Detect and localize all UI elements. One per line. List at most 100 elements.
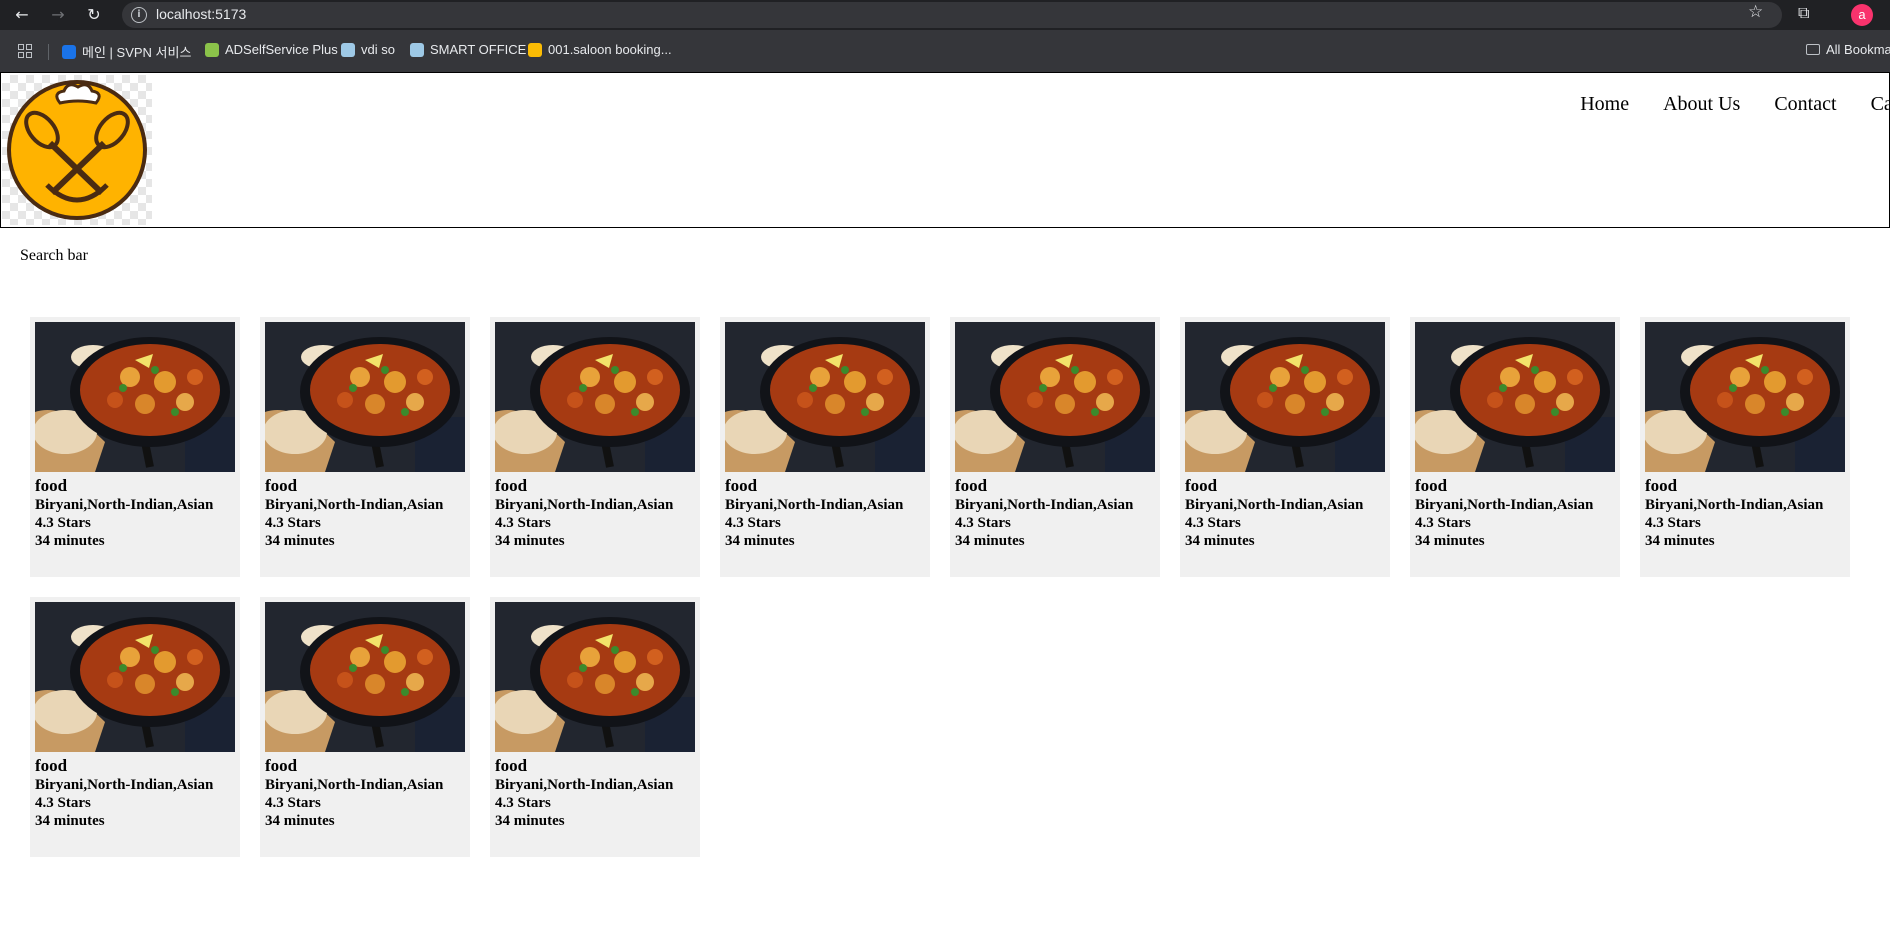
main-nav: Home About Us Contact Cart (1580, 93, 1890, 116)
card-cuisine: Biryani,North-Indian,Asian (265, 777, 444, 793)
card-cuisine: Biryani,North-Indian,Asian (265, 497, 444, 513)
card-delivery-time: 34 minutes (1415, 533, 1485, 549)
card-title: food (265, 756, 298, 775)
nav-contact[interactable]: Contact (1774, 93, 1836, 116)
adselfservice-icon (205, 42, 219, 57)
card-cuisine: Biryani,North-Indian,Asian (35, 777, 214, 793)
card-title: food (495, 476, 528, 495)
card-rating: 4.3 Stars (1185, 515, 1241, 531)
browser-tab-bar: ← → ↻ i localhost:5173 ☆ ⧉ a (0, 0, 1890, 30)
extensions-icon[interactable]: ⧉ (1798, 3, 1809, 23)
restaurant-card[interactable]: food Biryani,North-Indian,Asian 4.3 Stars 3… (260, 317, 470, 577)
card-title: food (35, 476, 68, 495)
card-rating: 4.3 Stars (1645, 515, 1701, 531)
card-title: food (955, 476, 988, 495)
bookmark-item[interactable]: 001.saloon booking... (528, 42, 672, 57)
card-title: food (35, 756, 68, 775)
card-title: food (1645, 476, 1678, 495)
bookmark-label: ADSelfService Plus (225, 42, 338, 57)
nav-home[interactable]: Home (1580, 93, 1629, 116)
bookmark-item[interactable]: 메인 | SVPN 서비스 (62, 42, 191, 61)
chef-logo[interactable] (2, 75, 152, 225)
bookmark-label: vdi so (361, 42, 395, 57)
bookmark-label: SMART OFFICE (430, 42, 527, 57)
bookmark-item[interactable]: ADSelfService Plus (205, 42, 338, 57)
bookmark-label: 메인 | SVPN 서비스 (82, 45, 192, 60)
card-title: food (725, 476, 758, 495)
card-cuisine: Biryani,North-Indian,Asian (1185, 497, 1364, 513)
restaurant-card[interactable]: food Biryani,North-Indian,Asian 4.3 Stars 3… (490, 317, 700, 577)
card-delivery-time: 34 minutes (1185, 533, 1255, 549)
folder-icon (1806, 44, 1820, 55)
restaurant-card[interactable]: food Biryani,North-Indian,Asian 4.3 Stars 3… (1410, 317, 1620, 577)
card-delivery-time: 34 minutes (35, 813, 105, 829)
address-bar[interactable]: i localhost:5173 (122, 2, 1782, 28)
card-rating: 4.3 Stars (265, 515, 321, 531)
restaurant-card[interactable]: food Biryani,North-Indian,Asian 4.3 Stars 3… (30, 597, 240, 857)
card-delivery-time: 34 minutes (495, 813, 565, 829)
forward-arrow-icon[interactable]: → (46, 3, 70, 27)
bookmarks-divider (48, 44, 49, 60)
search-bar[interactable]: Search bar (20, 247, 88, 265)
food-image (493, 322, 695, 472)
restaurant-card[interactable]: food Biryani,North-Indian,Asian 4.3 Stars 3… (1180, 317, 1390, 577)
site-header: Home About Us Contact Cart (0, 72, 1890, 228)
card-rating: 4.3 Stars (35, 795, 91, 811)
restaurant-card[interactable]: food Biryani,North-Indian,Asian 4.3 Stars 3… (720, 317, 930, 577)
apps-grid-icon[interactable] (18, 44, 32, 58)
back-arrow-icon[interactable]: ← (10, 3, 34, 27)
food-image (263, 322, 465, 472)
card-rating: 4.3 Stars (495, 515, 551, 531)
google-drive-icon (528, 42, 542, 57)
address-bar-url[interactable]: localhost:5173 (156, 6, 246, 22)
card-cuisine: Biryani,North-Indian,Asian (955, 497, 1134, 513)
restaurant-card[interactable]: food Biryani,North-Indian,Asian 4.3 Stars 3… (260, 597, 470, 857)
card-rating: 4.3 Stars (1415, 515, 1471, 531)
food-image (953, 322, 1155, 472)
card-delivery-time: 34 minutes (955, 533, 1025, 549)
site-info-icon[interactable]: i (131, 7, 147, 23)
card-title: food (495, 756, 528, 775)
chef-whisk-logo-icon (7, 80, 147, 220)
card-cuisine: Biryani,North-Indian,Asian (495, 497, 674, 513)
card-rating: 4.3 Stars (265, 795, 321, 811)
food-image (1643, 322, 1845, 472)
reload-icon[interactable]: ↻ (82, 3, 106, 27)
food-image (1183, 322, 1385, 472)
svpn-icon (62, 44, 76, 59)
card-cuisine: Biryani,North-Indian,Asian (1645, 497, 1824, 513)
card-cuisine: Biryani,North-Indian,Asian (725, 497, 904, 513)
card-title: food (1185, 476, 1218, 495)
card-cuisine: Biryani,North-Indian,Asian (35, 497, 214, 513)
card-cuisine: Biryani,North-Indian,Asian (495, 777, 674, 793)
card-rating: 4.3 Stars (725, 515, 781, 531)
vdi-icon (341, 42, 355, 57)
all-bookmarks-button[interactable]: All Bookma (1806, 42, 1890, 57)
restaurant-card[interactable]: food Biryani,North-Indian,Asian 4.3 Stars 3… (30, 317, 240, 577)
food-image (33, 322, 235, 472)
smart-office-icon (410, 42, 424, 57)
card-delivery-time: 34 minutes (35, 533, 105, 549)
bookmark-label: 001.saloon booking... (548, 42, 672, 57)
food-image (33, 602, 235, 752)
nav-about-us[interactable]: About Us (1663, 93, 1740, 116)
restaurant-card[interactable]: food Biryani,North-Indian,Asian 4.3 Stars 3… (490, 597, 700, 857)
restaurant-card[interactable]: food Biryani,North-Indian,Asian 4.3 Stars 3… (1640, 317, 1850, 577)
bookmark-item[interactable]: vdi so (341, 42, 395, 57)
card-delivery-time: 34 minutes (265, 813, 335, 829)
all-bookmarks-label: All Bookma (1826, 42, 1890, 57)
card-title: food (1415, 476, 1448, 495)
food-image (723, 322, 925, 472)
card-delivery-time: 34 minutes (725, 533, 795, 549)
profile-avatar[interactable]: a (1851, 4, 1873, 26)
bookmark-star-icon[interactable]: ☆ (1748, 2, 1763, 22)
restaurant-card[interactable]: food Biryani,North-Indian,Asian 4.3 Stars 3… (950, 317, 1160, 577)
card-delivery-time: 34 minutes (1645, 533, 1715, 549)
card-delivery-time: 34 minutes (265, 533, 335, 549)
food-image (493, 602, 695, 752)
nav-cart[interactable]: Cart (1871, 93, 1890, 116)
bookmark-item[interactable]: SMART OFFICE (410, 42, 526, 57)
card-rating: 4.3 Stars (495, 795, 551, 811)
food-image (263, 602, 465, 752)
card-delivery-time: 34 minutes (495, 533, 565, 549)
